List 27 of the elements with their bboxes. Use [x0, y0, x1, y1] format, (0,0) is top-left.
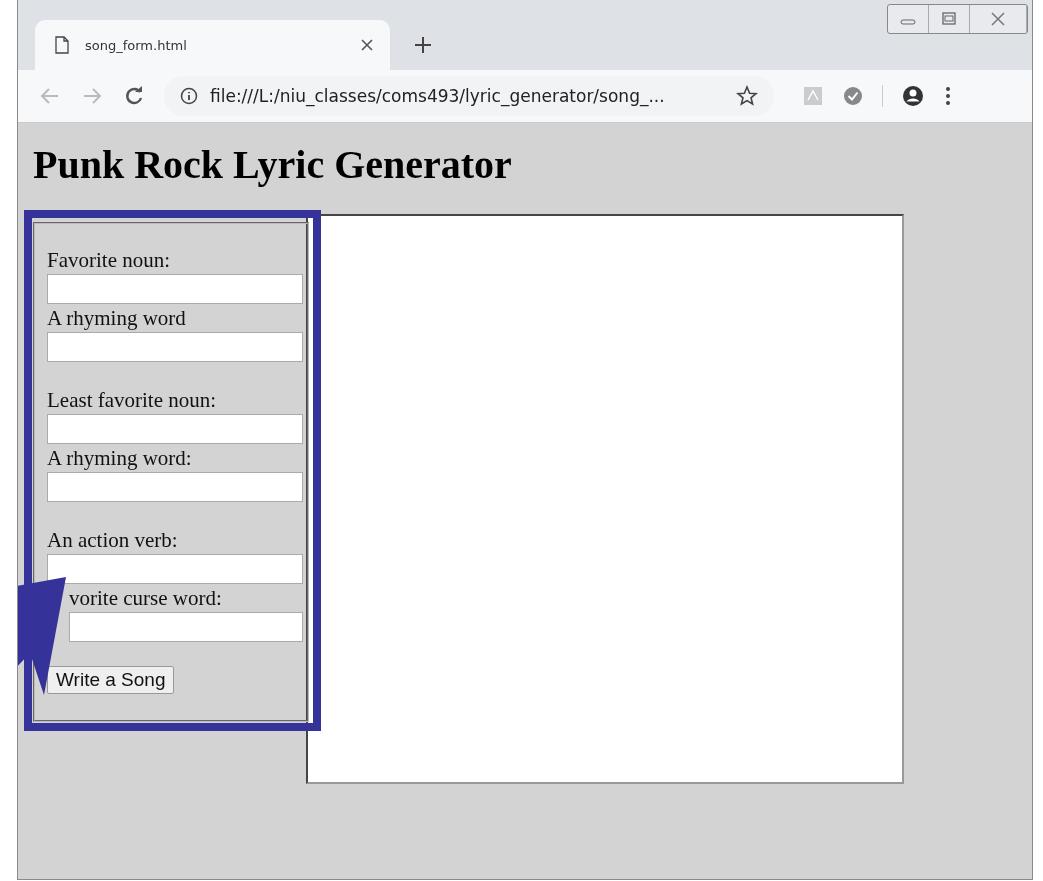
info-icon[interactable] [180, 87, 198, 105]
menu-icon[interactable] [943, 84, 953, 108]
field-label: A rhyming word [47, 305, 187, 332]
url-text: file:///L:/niu_classes/coms493/lyric_generator/song_... [210, 86, 666, 106]
text-input[interactable] [47, 332, 303, 362]
address-bar[interactable]: file:///L:/niu_classes/coms493/lyric_generator/song_... [164, 76, 774, 116]
pdf-extension-icon[interactable] [802, 85, 824, 107]
profile-icon[interactable] [901, 84, 925, 108]
text-input[interactable] [47, 554, 303, 584]
document-icon [55, 36, 69, 54]
field-label: vorite curse word: [69, 585, 223, 612]
field-label: Least favorite noun: [47, 387, 218, 414]
tab-title: song_form.html [85, 37, 188, 53]
write-song-button[interactable]: Write a Song [47, 666, 175, 694]
checkmark-icon[interactable] [842, 85, 864, 107]
star-icon[interactable] [736, 85, 758, 107]
page-heading: Punk Rock Lyric Generator [33, 143, 513, 187]
field-label: Favorite noun: [47, 247, 172, 274]
text-input[interactable] [69, 612, 303, 642]
field-label: A rhyming word: [47, 445, 193, 472]
close-icon[interactable] [360, 38, 374, 52]
text-input[interactable] [47, 472, 303, 502]
plus-icon[interactable] [414, 36, 432, 54]
text-input[interactable] [47, 274, 303, 304]
browser-tab[interactable]: song_form.html [35, 20, 390, 70]
field-label: An action verb: [47, 527, 179, 554]
text-input[interactable] [47, 414, 303, 444]
